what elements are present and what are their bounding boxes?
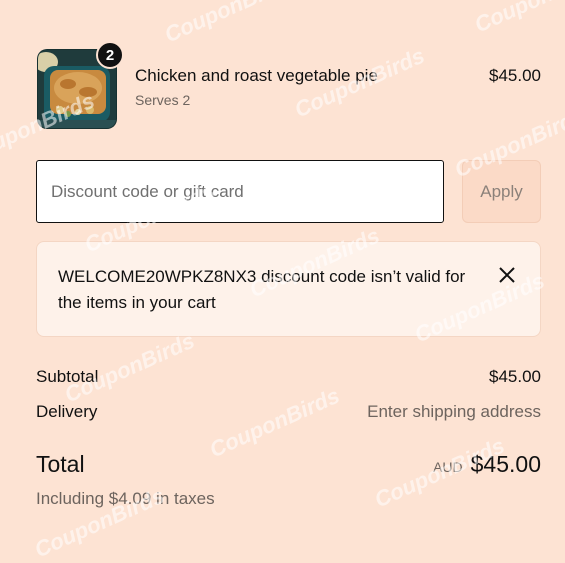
product-subtitle: Serves 2: [135, 92, 191, 108]
close-icon[interactable]: [496, 264, 518, 286]
total-amount-group: AUD $45.00: [433, 451, 541, 478]
currency-code: AUD: [433, 459, 463, 475]
subtotal-value: $45.00: [489, 367, 541, 386]
total-amount: $45.00: [470, 451, 541, 477]
watermark: CouponBirds: [205, 382, 344, 463]
subtotal-label: Subtotal: [36, 367, 99, 386]
total-label: Total: [36, 451, 85, 477]
product-name: Chicken and roast vegetable pie: [135, 66, 378, 85]
watermark: CouponBirds: [160, 0, 299, 48]
delivery-label: Delivery: [36, 402, 98, 421]
discount-error-message: WELCOME20WPKZ8NX3 discount code isn’t va…: [58, 267, 466, 312]
taxes-note: Including $4.09 in taxes: [36, 489, 215, 508]
watermark: CouponBirds: [471, 0, 565, 38]
discount-code-input[interactable]: [36, 160, 444, 223]
product-price: $45.00: [489, 66, 541, 85]
quantity-badge: 2: [96, 41, 124, 69]
discount-error-banner: WELCOME20WPKZ8NX3 discount code isn’t va…: [36, 241, 541, 337]
line-item: 2 Chicken and roast vegetable pie Serves…: [36, 41, 541, 129]
enter-shipping-address: Enter shipping address: [367, 402, 541, 421]
apply-button[interactable]: Apply: [462, 160, 541, 223]
